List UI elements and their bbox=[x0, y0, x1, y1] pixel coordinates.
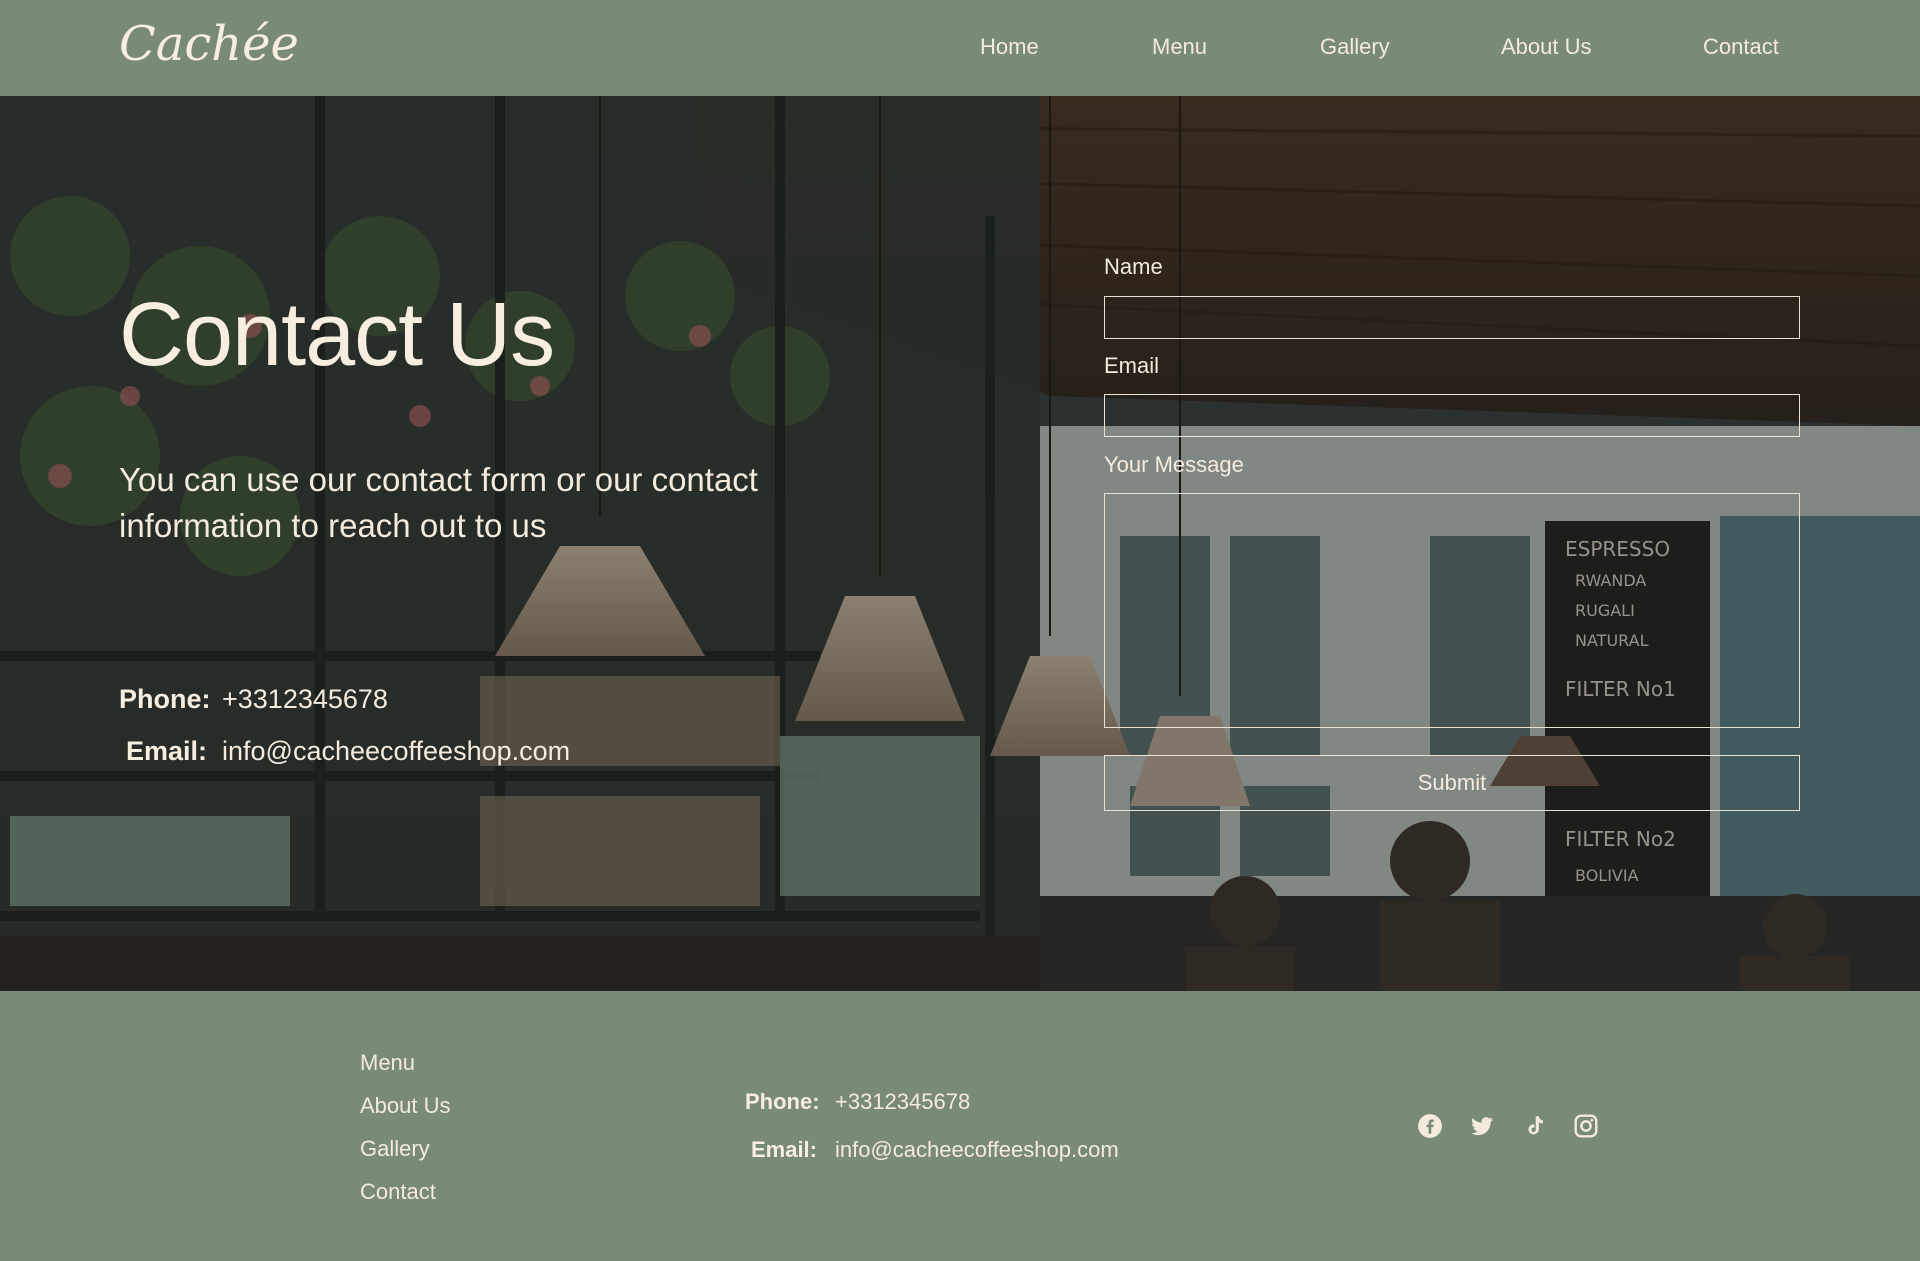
message-textarea[interactable] bbox=[1104, 493, 1800, 728]
site-footer: Menu About Us Gallery Contact Phone: +33… bbox=[0, 991, 1920, 1261]
nav-gallery-link[interactable]: Gallery bbox=[1320, 34, 1390, 60]
page-title: Contact Us bbox=[119, 285, 555, 385]
footer-contact-link[interactable]: Contact bbox=[360, 1179, 436, 1205]
hero-section: ESPRESSO RWANDA RUGALI NATURAL FILTER No… bbox=[0, 96, 1920, 991]
hero-email-row: Email: info@cacheecoffeeshop.com bbox=[119, 736, 819, 772]
footer-gallery-link[interactable]: Gallery bbox=[360, 1136, 430, 1162]
email-label: Email bbox=[1104, 353, 1160, 378]
brand-logo[interactable]: Cachée bbox=[119, 16, 299, 72]
nav-menu-link[interactable]: Menu bbox=[1152, 34, 1207, 60]
hero-phone-row: Phone: +3312345678 bbox=[119, 684, 819, 720]
footer-phone-value: +3312345678 bbox=[835, 1089, 971, 1114]
instagram-icon[interactable] bbox=[1573, 1113, 1599, 1139]
hero-subtitle: You can use our contact form or our cont… bbox=[119, 461, 758, 544]
footer-phone-label: Phone: bbox=[745, 1089, 820, 1114]
hero-email-label: Email: bbox=[125, 736, 207, 766]
nav-about-link[interactable]: About Us bbox=[1501, 34, 1592, 60]
tiktok-icon[interactable] bbox=[1521, 1113, 1547, 1139]
hero-phone-value: +3312345678 bbox=[222, 684, 388, 714]
name-input[interactable] bbox=[1104, 296, 1800, 339]
nav-home-link[interactable]: Home bbox=[980, 34, 1039, 60]
hero-phone-label: Phone: bbox=[119, 684, 211, 714]
facebook-icon[interactable] bbox=[1417, 1113, 1443, 1139]
footer-email-row: Email: info@cacheecoffeeshop.com bbox=[745, 1137, 1165, 1167]
footer-email-value[interactable]: info@cacheecoffeeshop.com bbox=[835, 1137, 1119, 1163]
twitter-icon[interactable] bbox=[1469, 1113, 1495, 1139]
message-label: Your Message bbox=[1104, 452, 1244, 477]
footer-about-link[interactable]: About Us bbox=[360, 1093, 451, 1119]
footer-menu-link[interactable]: Menu bbox=[360, 1050, 415, 1076]
submit-button[interactable]: Submit bbox=[1104, 755, 1800, 811]
nav-contact-link[interactable]: Contact bbox=[1703, 34, 1779, 60]
footer-phone-row: Phone: +3312345678 bbox=[745, 1089, 1165, 1119]
footer-email-label: Email: bbox=[750, 1137, 817, 1162]
email-input[interactable] bbox=[1104, 394, 1800, 437]
hero-email-value[interactable]: info@cacheecoffeeshop.com bbox=[222, 736, 570, 767]
site-header: Cachée Home Menu Gallery About Us Contac… bbox=[0, 0, 1920, 96]
name-label: Name bbox=[1104, 254, 1163, 279]
